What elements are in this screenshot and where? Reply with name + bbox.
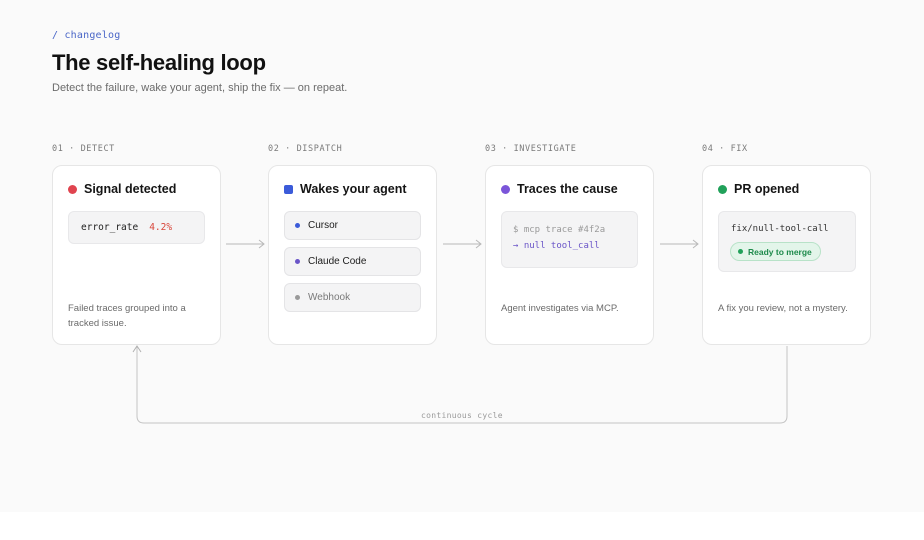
changelog-canvas: / changelog The self-healing loop Detect… <box>0 0 924 512</box>
loop-label: continuous cycle <box>420 411 504 420</box>
loop-connector <box>132 345 788 424</box>
